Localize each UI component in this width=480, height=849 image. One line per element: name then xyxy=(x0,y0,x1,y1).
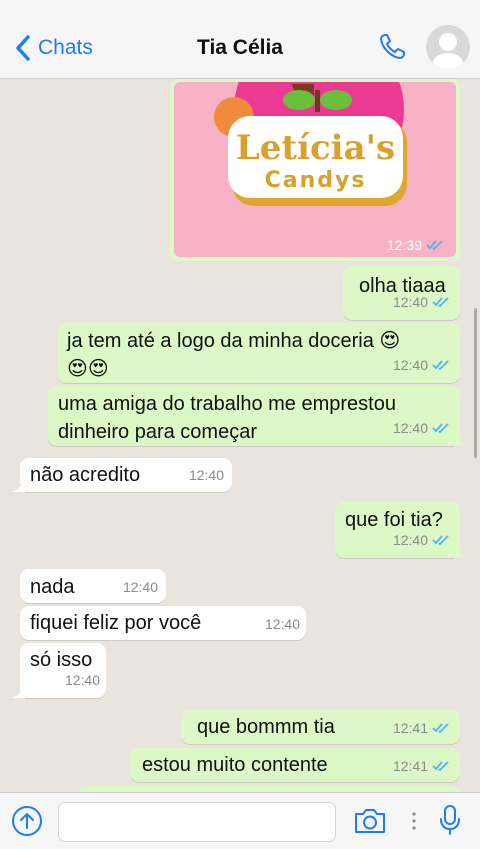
message-bubble-incoming[interactable]: fiquei feliz por você 12:40 xyxy=(20,606,306,640)
message-time: 12:40 xyxy=(122,579,158,595)
avatar-icon xyxy=(431,33,465,69)
chat-area[interactable]: Letícia's Candys 12:39 olha tiaaa 12:40 … xyxy=(0,78,480,792)
message-input[interactable] xyxy=(58,802,336,842)
message-text: nada xyxy=(30,576,75,598)
double-check-icon xyxy=(426,240,443,251)
message-meta: 12:40 xyxy=(393,414,450,442)
upload-icon[interactable] xyxy=(11,805,43,837)
contact-avatar[interactable] xyxy=(426,25,470,69)
message-bubble-outgoing[interactable]: uma amiga do trabalho me emprestou dinhe… xyxy=(48,386,469,446)
message-meta: 12:40 xyxy=(65,666,100,694)
bubble-tail xyxy=(455,544,469,558)
double-check-icon xyxy=(432,761,449,772)
message-time: 12:40 xyxy=(392,357,428,373)
phone-icon[interactable] xyxy=(376,31,408,63)
message-time: 12:40 xyxy=(392,532,428,548)
logo-text-line2: Candys xyxy=(264,168,367,193)
double-check-icon xyxy=(432,423,449,434)
microphone-icon[interactable] xyxy=(439,804,461,836)
image-meta: 12:39 xyxy=(387,237,444,253)
message-text: não acredito xyxy=(30,464,141,486)
message-bubble-incoming[interactable]: só isso 12:40 xyxy=(11,643,106,698)
message-text: ja tem até a logo da minha doceria 😍 😍😍 xyxy=(67,330,401,380)
message-time: 12:40 xyxy=(188,467,224,483)
message-time: 12:40 xyxy=(392,294,428,310)
image-message[interactable]: Letícia's Candys 12:39 xyxy=(170,78,460,261)
message-bubble-outgoing[interactable]: estou muito contente 12:41 xyxy=(130,748,460,782)
message-bubble-outgoing[interactable]: olha tiaaa 12:40 xyxy=(343,266,460,320)
message-time: 12:40 xyxy=(392,420,428,436)
bubble-tail xyxy=(11,684,25,698)
bubble-tail xyxy=(455,432,469,446)
camera-icon[interactable] xyxy=(353,807,387,835)
message-text: estou muito contente xyxy=(142,754,328,776)
scrollbar[interactable] xyxy=(474,308,477,458)
message-meta: 12:40 xyxy=(189,461,224,489)
message-text: que bommm tia xyxy=(197,716,335,738)
more-icon[interactable] xyxy=(411,811,417,831)
message-bubble-outgoing[interactable]: que bommm tia 12:41 xyxy=(181,710,460,744)
message-bubble-outgoing[interactable]: que foi tia? 12:40 xyxy=(335,502,469,558)
contact-name[interactable]: Tia Célia xyxy=(0,36,480,60)
message-time: 12:40 xyxy=(64,672,100,688)
message-time: 12:41 xyxy=(392,720,428,736)
chat-header: Chats Tia Célia xyxy=(0,0,480,79)
message-time: 12:41 xyxy=(392,758,428,774)
message-meta: 12:40 xyxy=(123,573,158,601)
double-check-icon xyxy=(432,535,449,546)
input-bar xyxy=(0,792,480,849)
double-check-icon xyxy=(432,723,449,734)
message-text: fiquei feliz por você xyxy=(30,612,202,634)
message-meta: 12:41 xyxy=(393,714,450,742)
message-meta: 12:40 xyxy=(393,351,450,379)
message-bubble-incoming[interactable]: não acredito 12:40 xyxy=(11,458,232,492)
message-bubble-outgoing[interactable]: ja tem até a logo da minha doceria 😍 😍😍 … xyxy=(57,323,460,383)
bubble-tail xyxy=(11,478,25,492)
logo-text-line1: Letícia's xyxy=(235,128,396,168)
message-text: uma amiga do trabalho me emprestou dinhe… xyxy=(58,393,396,443)
message-meta: 12:41 xyxy=(393,752,450,780)
message-meta: 12:40 xyxy=(393,288,450,316)
double-check-icon xyxy=(432,360,449,371)
double-check-icon xyxy=(432,297,449,308)
message-meta: 12:40 xyxy=(265,610,300,638)
message-time: 12:40 xyxy=(264,616,300,632)
logo-image[interactable]: Letícia's Candys 12:39 xyxy=(174,82,456,257)
message-bubble-incoming[interactable]: nada 12:40 xyxy=(20,569,166,603)
message-time: 12:39 xyxy=(386,237,422,253)
message-meta: 12:40 xyxy=(393,526,450,554)
